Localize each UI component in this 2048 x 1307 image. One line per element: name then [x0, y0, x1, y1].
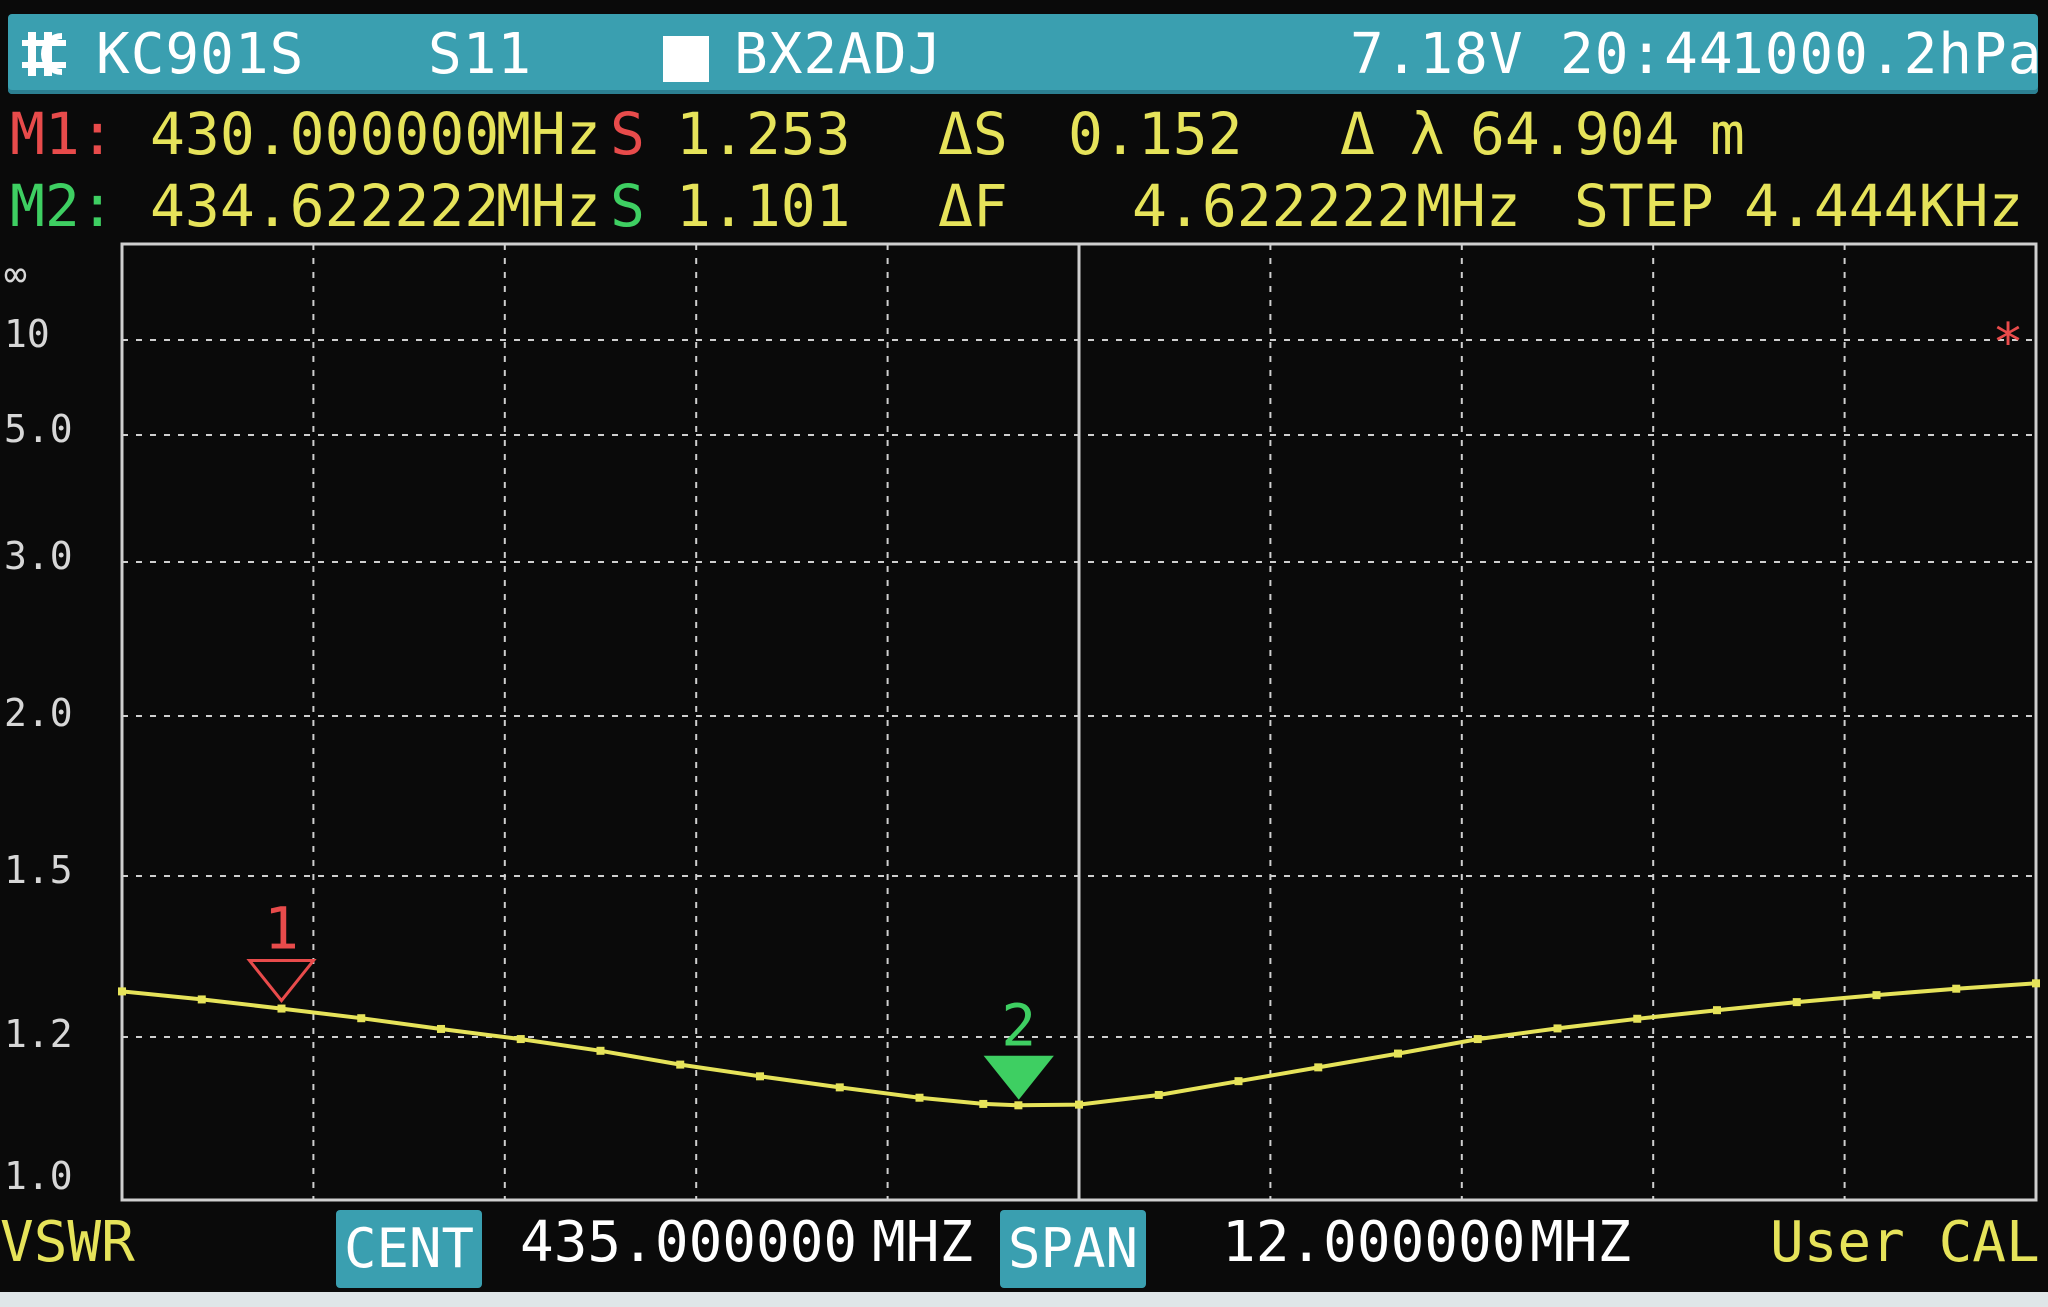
trace-point	[676, 1060, 685, 1069]
trace-point	[516, 1035, 525, 1044]
marker1-s-label: S	[610, 100, 645, 168]
center-unit: MHZ	[872, 1210, 974, 1275]
marker2-label: M2:	[10, 172, 115, 240]
calibration-status: User CAL	[1770, 1210, 2040, 1275]
marker2-frequency: 434.622222	[150, 172, 500, 240]
ytick-label: 1.2	[4, 1012, 73, 1056]
marker2-row: M2: 434.622222 MHz S 1.101 ΔF 4.622222 M…	[0, 172, 2048, 248]
marker-1-triangle	[246, 959, 317, 1003]
trace-point	[979, 1099, 988, 1108]
callsign: BX2ADJ	[734, 22, 943, 87]
trace-point	[437, 1024, 445, 1033]
trace-point	[118, 987, 126, 996]
status-bar: KC901S S11 BX2ADJ 7.18V 20:44 1000.2hPa	[8, 14, 2041, 94]
marker1-frequency: 430.000000	[150, 100, 500, 168]
trace-point	[2032, 979, 2040, 988]
delta-s-label: ΔS	[938, 100, 1008, 168]
marker-2-label: 2	[1001, 991, 1036, 1059]
trace-point	[756, 1072, 764, 1081]
reference-marker-icon: *	[1992, 313, 2023, 373]
ytick-label: 3.0	[4, 534, 73, 578]
marker2-vswr: 1.101	[676, 172, 851, 240]
marker1-row: M1: 430.000000 MHz S 1.253 ΔS 0.152 Δ λ …	[0, 100, 2048, 176]
delta-lambda-label: Δ λ	[1340, 100, 1445, 168]
span-button[interactable]: SPAN	[1000, 1210, 1147, 1288]
trace-point	[1792, 998, 1801, 1007]
plot-frame	[120, 242, 2038, 1202]
logo-icon	[22, 32, 66, 76]
marker1-unit: MHz	[496, 100, 601, 168]
vswr-trace	[121, 981, 2037, 1108]
trace-point	[1014, 1101, 1023, 1110]
clock-time: 20:44	[1560, 22, 1734, 87]
device-name: KC901S	[96, 22, 305, 87]
ytick-label: 5.0	[4, 407, 73, 451]
delta-lambda-unit: m	[1710, 100, 1745, 168]
bezel-strip	[0, 1292, 2048, 1307]
pressure-readout: 1000.2hPa	[1730, 22, 2043, 87]
trace-point	[915, 1093, 924, 1102]
delta-f-value: 4.622222	[1132, 172, 1412, 240]
mode-label: S11	[428, 22, 533, 87]
center-frequency: 435.000000	[520, 1210, 858, 1275]
trace-point	[357, 1014, 366, 1023]
trace-point	[1553, 1024, 1562, 1033]
marker1-vswr: 1.253	[676, 100, 851, 168]
measurement-type: VSWR	[0, 1210, 135, 1275]
center-button[interactable]: CENT	[336, 1210, 483, 1288]
delta-f-unit: MHz	[1416, 172, 1521, 240]
trace-point	[1952, 984, 1961, 993]
trace-point	[1075, 1100, 1083, 1109]
trace-point	[1473, 1035, 1482, 1044]
trace-point	[1872, 991, 1881, 1000]
trace-point	[1633, 1014, 1642, 1023]
step-value: 4.444KHz	[1744, 172, 2024, 240]
trace-point	[1713, 1006, 1721, 1015]
trace-point	[1394, 1049, 1402, 1058]
trace-point	[835, 1083, 844, 1092]
battery-voltage: 7.18V	[1350, 22, 1524, 87]
delta-f-label: ΔF	[938, 172, 1008, 240]
trace-point	[277, 1004, 286, 1013]
marker2-unit: MHz	[496, 172, 601, 240]
step-label: STEP	[1574, 172, 1714, 240]
ytick-label: 2.0	[4, 691, 73, 735]
trace-point	[1234, 1077, 1243, 1086]
ytick-label: 1.5	[4, 848, 73, 892]
marker-1-label: 1	[264, 895, 299, 963]
ytick-label: 1.0	[4, 1154, 73, 1198]
trace-point	[197, 995, 206, 1004]
trace-point	[1314, 1063, 1323, 1072]
span-value: 12.000000	[1222, 1210, 1526, 1275]
trace-point	[1154, 1090, 1163, 1099]
delta-s-value: 0.152	[1068, 100, 1243, 168]
span-unit: MHZ	[1530, 1210, 1632, 1275]
ytick-label: ∞	[4, 252, 27, 296]
marker-2-triangle	[983, 1055, 1054, 1100]
marker2-s-label: S	[610, 172, 645, 240]
marker1-label: M1:	[10, 100, 115, 168]
stop-square-icon	[663, 36, 709, 82]
trace-point	[596, 1046, 605, 1055]
delta-lambda-value: 64.904	[1470, 100, 1680, 168]
ytick-label: 10	[4, 312, 50, 356]
